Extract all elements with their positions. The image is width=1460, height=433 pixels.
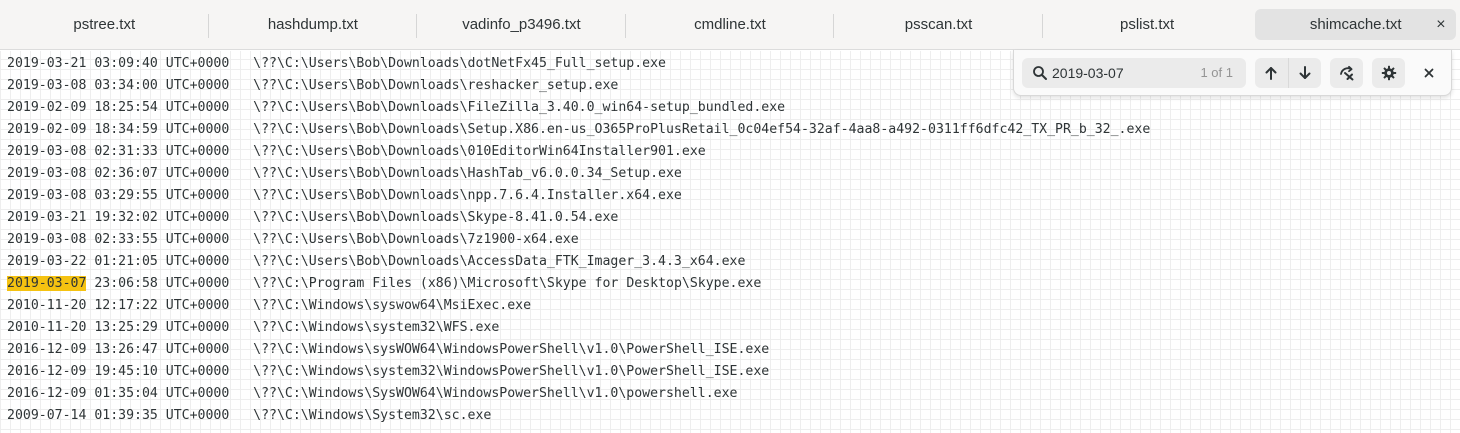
line-path: \??\C:\Windows\sysWOW64\WindowsPowerShel… (253, 342, 770, 357)
text-line: 2010-11-20 12:17:22 UTC+0000 \??\C:\Wind… (7, 295, 1150, 317)
line-path: \??\C:\Windows\syswow64\MsiExec.exe (253, 298, 532, 313)
text-line: 2016-12-09 01:35:04 UTC+0000 \??\C:\Wind… (7, 383, 1150, 405)
text-line: 2019-02-09 18:34:59 UTC+0000 \??\C:\User… (7, 119, 1150, 141)
line-timestamp: 2019-03-21 03:09:40 UTC+0000 (7, 56, 230, 71)
match-count: 1 of 1 (1200, 65, 1233, 80)
close-icon (1424, 68, 1434, 78)
arrow-up-icon (1265, 67, 1277, 80)
text-line: 2019-03-08 02:31:33 UTC+0000 \??\C:\User… (7, 141, 1150, 163)
text-line: 2009-07-14 01:39:35 UTC+0000 \??\C:\Wind… (7, 405, 1150, 427)
tab-pstree[interactable]: pstree.txt (0, 0, 209, 49)
line-path: \??\C:\Users\Bob\Downloads\7z1900-x64.ex… (253, 232, 579, 247)
line-path: \??\C:\Windows\SysWOW64\WindowsPowerShel… (253, 386, 738, 401)
next-match-button[interactable] (1288, 58, 1321, 88)
document-lines: 2019-03-21 03:09:40 UTC+0000 \??\C:\User… (7, 53, 1150, 427)
previous-match-button[interactable] (1255, 58, 1288, 88)
line-path: \??\C:\Users\Bob\Downloads\npp.7.6.4.Ins… (253, 188, 682, 203)
line-timestamp: 2019-03-22 01:21:05 UTC+0000 (7, 254, 230, 269)
tab-close-icon[interactable]: × (1434, 16, 1448, 34)
tab-label: shimcache.txt (1309, 16, 1402, 33)
text-line: 2019-03-08 02:33:55 UTC+0000 \??\C:\User… (7, 229, 1150, 251)
line-timestamp: 23:06:58 UTC+0000 (86, 276, 230, 291)
line-timestamp: 2019-02-09 18:25:54 UTC+0000 (7, 100, 230, 115)
text-line: 2016-12-09 13:26:47 UTC+0000 \??\C:\Wind… (7, 339, 1150, 361)
line-timestamp: 2019-03-21 19:32:02 UTC+0000 (7, 210, 230, 225)
search-entry[interactable]: 1 of 1 (1022, 58, 1246, 88)
gear-icon (1381, 65, 1396, 81)
line-path: \??\C:\Users\Bob\Downloads\010EditorWin6… (253, 144, 706, 159)
line-timestamp: 2019-03-08 02:36:07 UTC+0000 (7, 166, 230, 181)
text-line: 2019-03-08 03:29:55 UTC+0000 \??\C:\User… (7, 185, 1150, 207)
search-settings-button[interactable] (1372, 58, 1405, 88)
tab-label: cmdline.txt (694, 16, 766, 33)
text-line: 2019-02-09 18:25:54 UTC+0000 \??\C:\User… (7, 97, 1150, 119)
tab-vadinfo[interactable]: vadinfo_p3496.txt (417, 0, 626, 49)
line-timestamp: 2019-03-08 02:31:33 UTC+0000 (7, 144, 230, 159)
line-path: \??\C:\Windows\system32\WFS.exe (253, 320, 500, 335)
tab-bar: pstree.txt hashdump.txt vadinfo_p3496.tx… (0, 0, 1460, 50)
line-timestamp: 2016-12-09 01:35:04 UTC+0000 (7, 386, 230, 401)
line-path: \??\C:\Users\Bob\Downloads\reshacker_set… (253, 78, 619, 93)
tab-label: pslist.txt (1120, 16, 1175, 33)
tab-shimcache[interactable]: shimcache.txt × (1255, 9, 1456, 40)
arrow-down-icon (1299, 66, 1311, 79)
close-search-button[interactable] (1416, 58, 1442, 88)
line-path: \??\C:\Windows\System32\sc.exe (253, 408, 492, 423)
line-timestamp: 2016-12-09 19:45:10 UTC+0000 (7, 364, 230, 379)
text-line: 2019-03-21 03:09:40 UTC+0000 \??\C:\User… (7, 53, 1150, 75)
line-path: \??\C:\Users\Bob\Downloads\Setup.X86.en-… (253, 122, 1151, 137)
text-line: 2010-11-20 13:25:29 UTC+0000 \??\C:\Wind… (7, 317, 1150, 339)
search-match-highlight: 2019-03-07 (7, 276, 87, 291)
text-line-match: 2019-03-07 23:06:58 UTC+0000 \??\C:\Prog… (7, 273, 1150, 295)
line-timestamp: 2010-11-20 12:17:22 UTC+0000 (7, 298, 230, 313)
line-path: \??\C:\Users\Bob\Downloads\HashTab_v6.0.… (253, 166, 682, 181)
tab-label: hashdump.txt (267, 16, 358, 33)
line-timestamp: 2010-11-20 13:25:29 UTC+0000 (7, 320, 230, 335)
text-line: 2019-03-08 02:36:07 UTC+0000 \??\C:\User… (7, 163, 1150, 185)
line-path: \??\C:\Users\Bob\Downloads\FileZilla_3.4… (253, 100, 786, 115)
line-timestamp: 2019-02-09 18:34:59 UTC+0000 (7, 122, 230, 137)
text-line: 2019-03-08 03:34:00 UTC+0000 \??\C:\User… (7, 75, 1150, 97)
replace-toggle-button[interactable] (1330, 58, 1363, 88)
tab-cmdline[interactable]: cmdline.txt (626, 0, 835, 49)
line-timestamp: 2009-07-14 01:39:35 UTC+0000 (7, 408, 230, 423)
search-input[interactable] (1052, 58, 1192, 88)
line-timestamp: 2016-12-09 13:26:47 UTC+0000 (7, 342, 230, 357)
text-line: 2019-03-22 01:21:05 UTC+0000 \??\C:\User… (7, 251, 1150, 273)
tab-label: vadinfo_p3496.txt (462, 16, 581, 33)
find-bar: 1 of 1 (1013, 50, 1452, 96)
line-path: \??\C:\Windows\system32\WindowsPowerShel… (253, 364, 770, 379)
tab-psscan[interactable]: psscan.txt (834, 0, 1043, 49)
text-editor[interactable]: 2019-03-21 03:09:40 UTC+0000 \??\C:\User… (0, 51, 1460, 433)
tab-label: pstree.txt (73, 16, 136, 33)
search-icon (1033, 66, 1047, 80)
tab-label: psscan.txt (904, 16, 973, 33)
text-line: 2019-03-21 19:32:02 UTC+0000 \??\C:\User… (7, 207, 1150, 229)
line-path: \??\C:\Program Files (x86)\Microsoft\Sky… (253, 276, 762, 291)
text-line: 2016-12-09 19:45:10 UTC+0000 \??\C:\Wind… (7, 361, 1150, 383)
search-navigation (1255, 58, 1321, 88)
tab-pslist[interactable]: pslist.txt (1043, 0, 1252, 49)
line-timestamp: 2019-03-08 03:29:55 UTC+0000 (7, 188, 230, 203)
line-path: \??\C:\Users\Bob\Downloads\dotNetFx45_Fu… (253, 56, 666, 71)
line-path: \??\C:\Users\Bob\Downloads\Skype-8.41.0.… (253, 210, 619, 225)
line-timestamp: 2019-03-08 02:33:55 UTC+0000 (7, 232, 230, 247)
find-replace-icon (1339, 65, 1353, 81)
tab-hashdump[interactable]: hashdump.txt (209, 0, 418, 49)
line-timestamp: 2019-03-08 03:34:00 UTC+0000 (7, 78, 230, 93)
line-path: \??\C:\Users\Bob\Downloads\AccessData_FT… (253, 254, 746, 269)
